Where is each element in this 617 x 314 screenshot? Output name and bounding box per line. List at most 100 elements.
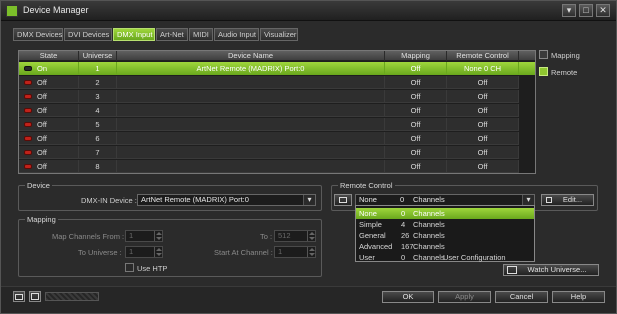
minimize-button[interactable]: ▾ [562, 4, 576, 17]
device-name-cell[interactable] [117, 118, 385, 131]
close-button[interactable]: ✕ [596, 4, 610, 17]
device-name-cell[interactable] [117, 132, 385, 145]
window-title: Device Manager [23, 5, 89, 15]
table-row[interactable]: On 1 ArtNet Remote (MADRIX) Port:0 Off None … [19, 62, 535, 75]
col-universe[interactable]: Universe [79, 51, 117, 61]
col-mapping[interactable]: Mapping [385, 51, 447, 61]
apply-button[interactable]: Apply [438, 291, 491, 303]
map-channels-from-input[interactable]: 1 [125, 230, 163, 242]
dmx-in-device-select[interactable]: ArtNet Remote (MADRIX) Port:0 ▾ [137, 194, 316, 206]
universe-cell[interactable]: 5 [79, 118, 117, 131]
maximize-button[interactable]: □ [579, 4, 593, 17]
universe-cell[interactable]: 7 [79, 146, 117, 159]
remote-control-cell[interactable]: Off [447, 76, 519, 89]
universe-cell[interactable]: 1 [79, 62, 117, 75]
dropdown-option[interactable]: User 0 Channels User Configuration [356, 252, 534, 263]
option-note: User Configuration [443, 253, 506, 262]
spin-icon[interactable] [154, 231, 162, 241]
state-cell[interactable]: Off [19, 76, 79, 89]
edit-button[interactable]: Edit... [541, 194, 594, 206]
dropdown-option[interactable]: Simple 4 Channels [356, 219, 534, 230]
tab-dvi-devices[interactable]: DVI Devices [64, 28, 112, 41]
ok-button[interactable]: OK [382, 291, 434, 303]
table-row[interactable]: Off 6 Off Off [19, 132, 535, 145]
universe-cell[interactable]: 8 [79, 160, 117, 173]
mapping-cell[interactable]: Off [385, 118, 447, 131]
universe-cell[interactable]: 6 [79, 132, 117, 145]
state-cell[interactable]: Off [19, 146, 79, 159]
universe-cell[interactable]: 4 [79, 104, 117, 117]
remote-toggle[interactable] [539, 67, 548, 76]
col-remote-control[interactable]: Remote Control [447, 51, 519, 61]
remote-control-cell[interactable]: Off [447, 118, 519, 131]
start-at-channel-input[interactable]: 1 [274, 246, 316, 258]
col-state[interactable]: State [19, 51, 79, 61]
use-htp-label: Use HTP [137, 264, 168, 273]
dropdown-option[interactable]: Advanced 167 Channels [356, 241, 534, 252]
device-name-cell[interactable] [117, 76, 385, 89]
table-row[interactable]: Off 4 Off Off [19, 104, 535, 117]
grid-header: State Universe Device Name Mapping Remot… [19, 51, 535, 61]
option-count: 26 [401, 231, 410, 240]
state-cell[interactable]: Off [19, 132, 79, 145]
remote-control-cell[interactable]: None 0 CH [447, 62, 519, 75]
table-row[interactable]: Off 5 Off Off [19, 118, 535, 131]
device-name-cell[interactable]: ArtNet Remote (MADRIX) Port:0 [117, 62, 385, 75]
spin-icon[interactable] [154, 247, 162, 257]
tab-visualizer[interactable]: Visualizer [260, 28, 298, 41]
dropdown-option[interactable]: None 0 Channels [356, 208, 534, 219]
mapping-cell[interactable]: Off [385, 160, 447, 173]
remote-control-cell[interactable]: Off [447, 160, 519, 173]
spin-icon[interactable] [307, 231, 315, 241]
dropdown-option[interactable]: General 26 Channels [356, 230, 534, 241]
to-label: To : [260, 232, 273, 241]
state-cell[interactable]: On [19, 62, 79, 75]
save-button[interactable] [29, 291, 41, 302]
remote-control-cell[interactable]: Off [447, 104, 519, 117]
device-name-cell[interactable] [117, 160, 385, 173]
mapping-cell[interactable]: Off [385, 104, 447, 117]
tab-dmx-devices[interactable]: DMX Devices [13, 28, 63, 41]
state-cell[interactable]: Off [19, 118, 79, 131]
watch-universe-button[interactable]: Watch Universe... [503, 264, 599, 276]
tab-audio-input[interactable]: Audio Input [214, 28, 259, 41]
table-row[interactable]: Off 7 Off Off [19, 146, 535, 159]
open-folder-button[interactable] [334, 194, 352, 206]
use-htp-checkbox[interactable] [125, 263, 134, 272]
mapping-toggle[interactable] [539, 50, 548, 59]
table-row[interactable]: Off 3 Off Off [19, 90, 535, 103]
to-universe-input[interactable]: 1 [125, 246, 163, 258]
open-folder-button[interactable] [13, 291, 25, 302]
remote-control-cell[interactable]: Off [447, 146, 519, 159]
mapping-cell[interactable]: Off [385, 132, 447, 145]
tab-midi[interactable]: MIDI [189, 28, 213, 41]
table-row[interactable]: Off 2 Off Off [19, 76, 535, 89]
map-channels-to-input[interactable]: 512 [274, 230, 316, 242]
state-cell[interactable]: Off [19, 104, 79, 117]
remote-control-cell[interactable]: Off [447, 132, 519, 145]
col-device-name[interactable]: Device Name [117, 51, 385, 61]
device-group-title: Device [25, 181, 52, 190]
tab-art-net[interactable]: Art-Net [156, 28, 188, 41]
option-count: 167 [401, 242, 414, 251]
mapping-toggle-label: Mapping [551, 51, 580, 60]
device-name-cell[interactable] [117, 90, 385, 103]
start-at-channel-value: 1 [278, 247, 283, 256]
mapping-cell[interactable]: Off [385, 146, 447, 159]
device-name-cell[interactable] [117, 104, 385, 117]
help-button[interactable]: Help [552, 291, 605, 303]
universe-grid: State Universe Device Name Mapping Remot… [18, 50, 536, 174]
state-cell[interactable]: Off [19, 90, 79, 103]
mapping-cell[interactable]: Off [385, 76, 447, 89]
table-row[interactable]: Off 8 Off Off [19, 160, 535, 173]
cancel-button[interactable]: Cancel [495, 291, 548, 303]
universe-cell[interactable]: 3 [79, 90, 117, 103]
tab-dmx-input[interactable]: DMX Input [113, 28, 155, 41]
remote-control-cell[interactable]: Off [447, 90, 519, 103]
state-cell[interactable]: Off [19, 160, 79, 173]
device-name-cell[interactable] [117, 146, 385, 159]
mapping-cell[interactable]: Off [385, 62, 447, 75]
spin-icon[interactable] [307, 247, 315, 257]
mapping-cell[interactable]: Off [385, 90, 447, 103]
universe-cell[interactable]: 2 [79, 76, 117, 89]
